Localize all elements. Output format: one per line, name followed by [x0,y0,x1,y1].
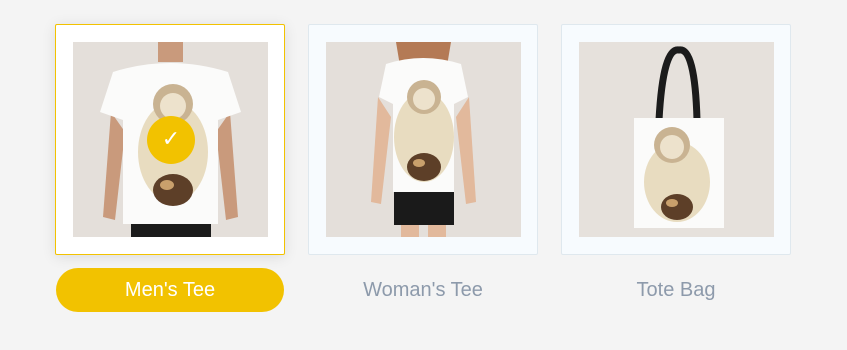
womans-tee-button[interactable]: Woman's Tee [309,268,537,312]
mens-tee-button[interactable]: Men's Tee [56,268,284,312]
tote-bag-button[interactable]: Tote Bag [562,268,790,312]
product-card-mens-tee[interactable]: ✓ [55,24,285,255]
product-card-womans-tee[interactable] [308,24,538,255]
womans-tee-image [326,42,521,237]
product-type-selector: ✓ Men's Tee Woman's Tee Tote Bag [0,0,847,350]
product-card-tote-bag[interactable] [561,24,791,255]
selected-check-icon: ✓ [147,116,195,164]
tote-bag-image [579,42,774,237]
check-icon: ✓ [161,127,181,152]
